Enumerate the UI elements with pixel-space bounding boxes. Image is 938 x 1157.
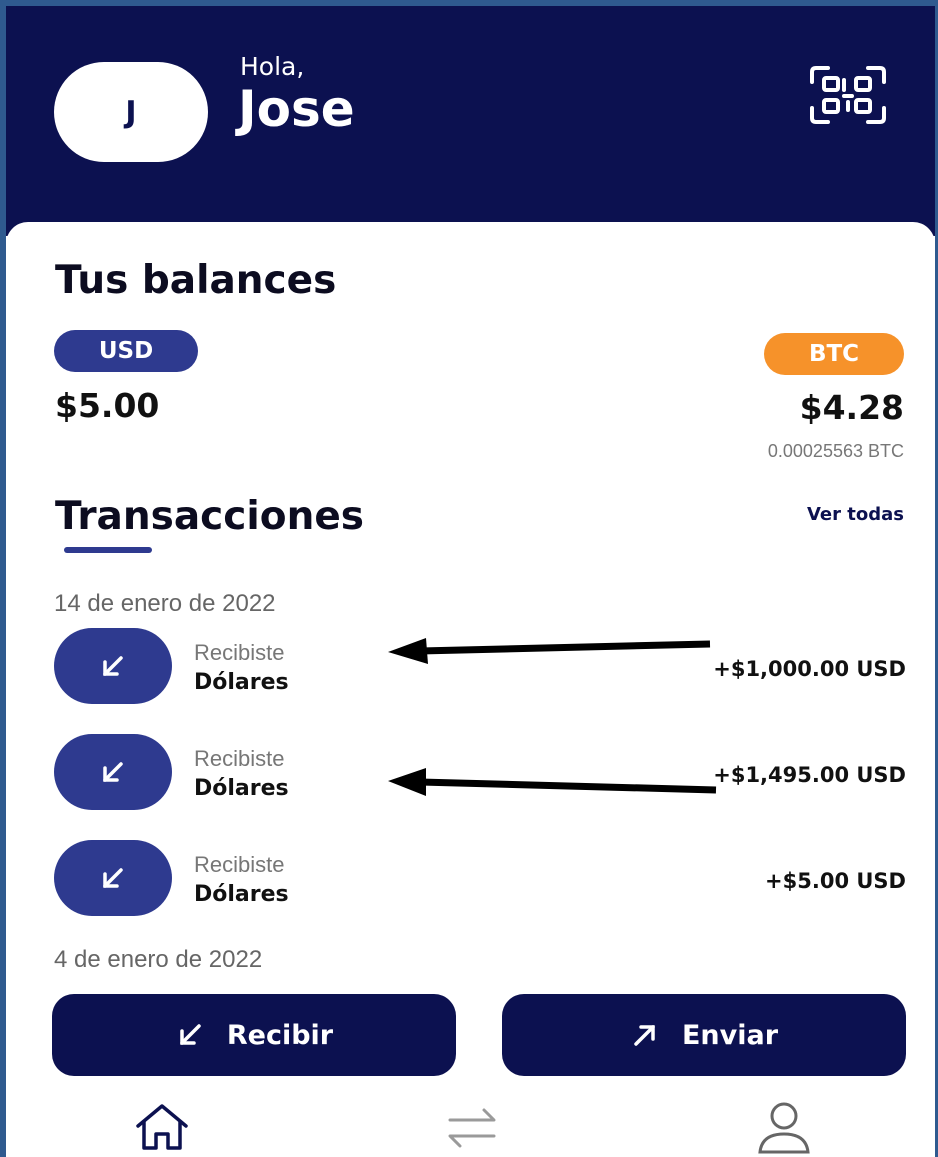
home-icon[interactable] — [132, 1100, 192, 1154]
qr-scan-icon[interactable] — [808, 64, 888, 126]
annotation-arrow-icon — [388, 768, 717, 796]
send-button-label: Enviar — [681, 1019, 779, 1051]
transaction-date: 14 de enero de 2022 — [54, 590, 276, 617]
balances-title: Tus balances — [55, 258, 337, 303]
transaction-currency: Dólares — [194, 776, 289, 801]
usd-badge[interactable]: USD — [54, 330, 198, 372]
transactions-title: Transacciones — [55, 494, 364, 539]
btc-balance: $4.28 — [799, 388, 904, 427]
usd-balance: $5.00 — [55, 386, 160, 425]
transaction-currency: Dólares — [194, 670, 289, 695]
btc-badge[interactable]: BTC — [764, 333, 904, 375]
see-all-link[interactable]: Ver todas — [807, 504, 904, 525]
arrow-down-left-icon — [180, 1024, 201, 1045]
receive-arrow-icon[interactable] — [54, 628, 172, 704]
transaction-date: 4 de enero de 2022 — [54, 946, 263, 973]
arrow-down-left-icon — [103, 868, 123, 888]
transaction-type: Recibiste — [194, 852, 285, 877]
transaction-type: Recibiste — [194, 746, 285, 771]
annotation-arrow-icon — [388, 638, 711, 664]
arrow-up-right-icon — [634, 1025, 655, 1046]
greeting-label: Hola, — [240, 52, 305, 81]
receive-button[interactable]: Recibir — [52, 994, 456, 1076]
arrow-down-left-icon — [103, 762, 123, 782]
transaction-type: Recibiste — [194, 640, 285, 665]
transaction-currency: Dólares — [194, 882, 289, 907]
transfer-icon[interactable] — [442, 1100, 502, 1154]
avatar[interactable]: J — [54, 62, 208, 162]
arrow-down-left-icon — [103, 656, 123, 676]
receive-arrow-icon[interactable] — [54, 734, 172, 810]
receive-button-label: Recibir — [226, 1019, 334, 1051]
scroll-indicator — [64, 547, 152, 553]
btc-crypto-amount: 0.00025563 BTC — [767, 441, 904, 461]
send-button[interactable]: Enviar — [502, 994, 906, 1076]
profile-icon[interactable] — [754, 1100, 814, 1154]
user-name: Jose — [238, 80, 355, 138]
receive-arrow-icon[interactable] — [54, 840, 172, 916]
transaction-amount: +$1,000.00 USD — [713, 657, 906, 681]
transaction-amount: +$5.00 USD — [765, 869, 906, 893]
transaction-amount: +$1,495.00 USD — [713, 763, 906, 787]
